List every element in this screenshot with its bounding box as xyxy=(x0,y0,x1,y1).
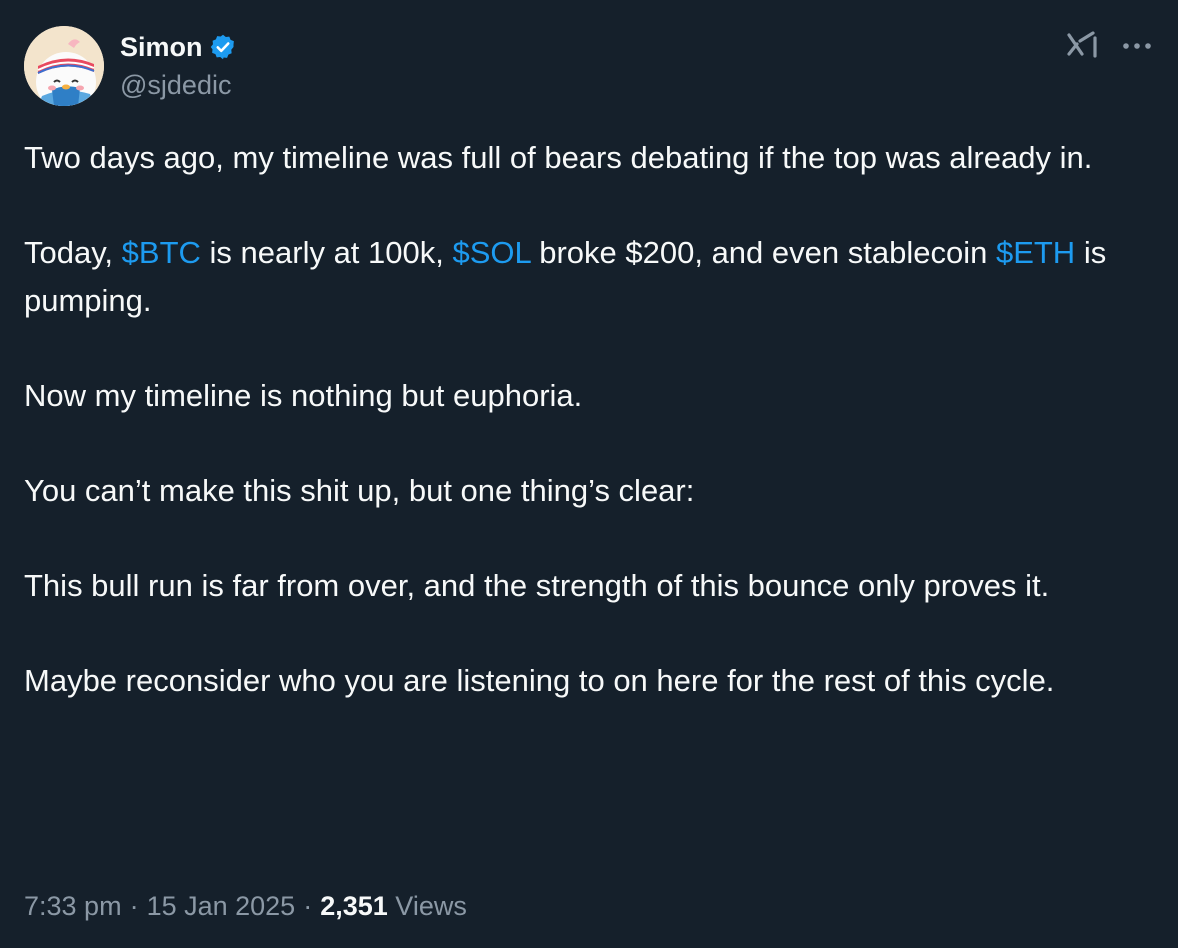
tweet: Simon @sjdedic Two days ago, my timeline… xyxy=(0,0,1178,948)
author-handle[interactable]: @sjdedic xyxy=(120,67,237,103)
tweet-date[interactable]: 15 Jan 2025 xyxy=(147,891,296,921)
cashtag-link[interactable]: $SOL xyxy=(452,235,530,270)
tweet-paragraph: Maybe reconsider who you are listening t… xyxy=(24,663,1055,698)
display-name[interactable]: Simon xyxy=(120,29,203,65)
tweet-paragraph: Now my timeline is nothing but euphoria. xyxy=(24,378,583,413)
penguin-avatar-icon xyxy=(24,26,104,106)
tweet-actions-top xyxy=(1066,30,1152,62)
grok-icon[interactable] xyxy=(1066,30,1100,62)
tweet-time[interactable]: 7:33 pm xyxy=(24,891,122,921)
separator: · xyxy=(303,891,313,921)
tweet-paragraph: Today, $BTC is nearly at 100k, $SOL brok… xyxy=(24,229,1154,325)
more-options-icon[interactable] xyxy=(1122,41,1152,51)
views-count[interactable]: 2,351 xyxy=(320,891,388,921)
cashtag-link[interactable]: $ETH xyxy=(996,235,1075,270)
tweet-paragraph: Two days ago, my timeline was full of be… xyxy=(24,140,1093,175)
tweet-paragraph: This bull run is far from over, and the … xyxy=(24,568,1050,603)
verified-badge-icon[interactable] xyxy=(209,33,237,61)
text-segment: is nearly at 100k, xyxy=(200,235,453,270)
tweet-text: Two days ago, my timeline was full of be… xyxy=(24,134,1154,705)
text-segment: Today, xyxy=(24,235,122,270)
cashtag-link[interactable]: $BTC xyxy=(122,235,201,270)
views-label: Views xyxy=(395,891,467,921)
avatar[interactable] xyxy=(24,26,104,106)
display-name-row: Simon xyxy=(120,29,237,65)
tweet-header: Simon @sjdedic xyxy=(24,26,237,106)
tweet-meta: 7:33 pm · 15 Jan 2025 · 2,351 Views xyxy=(24,888,467,924)
text-segment: broke $200, and even stablecoin xyxy=(530,235,996,270)
separator: · xyxy=(129,891,139,921)
tweet-paragraph: You can’t make this shit up, but one thi… xyxy=(24,473,695,508)
author-names: Simon @sjdedic xyxy=(120,26,237,106)
